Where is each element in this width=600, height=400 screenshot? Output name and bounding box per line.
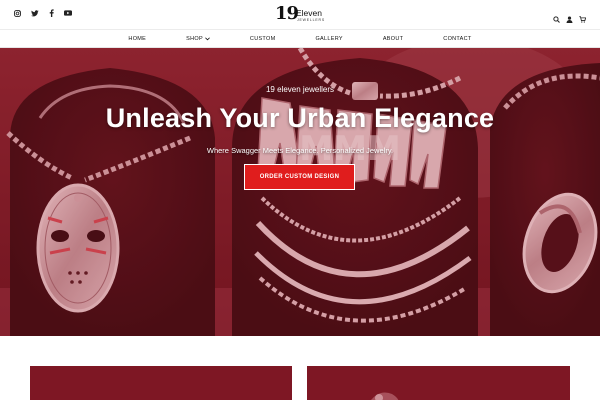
page: 19 Eleven JEWELLERS HOME SHOP CUSTOM GAL… [0, 0, 600, 400]
twitter-icon[interactable] [31, 9, 39, 17]
instagram-icon[interactable] [14, 9, 21, 17]
facebook-icon[interactable] [49, 9, 54, 17]
logo-number: 19 [275, 3, 299, 24]
utility-icons [553, 10, 587, 28]
nav-item-label: GALLERY [315, 35, 343, 42]
nav-item-label: SHOP [186, 35, 203, 42]
featured-card-right[interactable] [307, 366, 570, 400]
nav-item-label: ABOUT [382, 35, 404, 42]
nav-item-contact[interactable]: CONTACT [443, 36, 471, 42]
hero-headline: Unleash Your Urban Elegance [105, 103, 495, 133]
logo-tagline: JEWELLERS [297, 18, 326, 22]
nav-item-label: CONTACT [443, 35, 472, 42]
brand-logo[interactable]: 19 Eleven JEWELLERS [275, 3, 327, 26]
youtube-icon[interactable] [64, 10, 72, 16]
featured-section [0, 336, 600, 400]
nav-item-gallery[interactable]: GALLERY [315, 36, 342, 42]
logo-word: Eleven [296, 8, 322, 18]
card-image [307, 366, 570, 400]
top-bar: 19 Eleven JEWELLERS [0, 0, 600, 30]
chevron-down-icon [205, 36, 210, 40]
nav-item-label: CUSTOM [249, 35, 276, 42]
hero-eyebrow: 19 eleven jewellers [265, 85, 335, 94]
featured-card-left[interactable] [30, 366, 292, 400]
user-icon[interactable] [566, 10, 573, 28]
nav-item-custom[interactable]: CUSTOM [250, 36, 276, 42]
nav-item-label: HOME [128, 35, 147, 42]
cart-icon[interactable] [579, 10, 587, 28]
nav-item-shop[interactable]: SHOP [186, 36, 210, 42]
search-icon[interactable] [553, 10, 560, 28]
order-custom-design-button[interactable]: ORDER CUSTOM DESIGN [244, 164, 355, 190]
nav-item-about[interactable]: ABOUT [383, 36, 403, 42]
main-nav: HOME SHOP CUSTOM GALLERY ABOUT CONTACT [0, 30, 600, 48]
nav-item-home[interactable]: HOME [128, 36, 146, 42]
hero-banner: MMM 19 eleven jewellers Unleash Your Urb… [0, 48, 600, 336]
hero-subheadline: Where Swagger Meets Elegance. Personaliz… [206, 146, 394, 155]
social-links [14, 9, 72, 17]
